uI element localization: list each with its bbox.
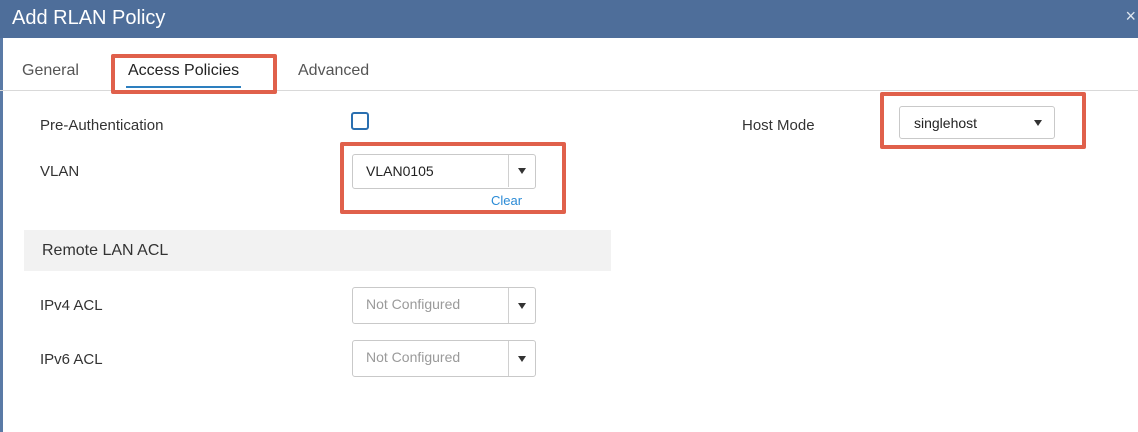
chevron-down-icon (518, 303, 526, 309)
chevron-down-icon (1034, 120, 1042, 126)
host-mode-select[interactable]: singlehost (899, 106, 1055, 139)
ipv6-acl-select[interactable]: Not Configured (352, 340, 536, 377)
host-mode-label: Host Mode (742, 117, 815, 134)
ipv4-acl-value: Not Configured (366, 296, 461, 312)
ipv4-acl-dropdown[interactable] (508, 288, 535, 323)
vlan-label: VLAN (40, 163, 80, 180)
vlan-clear-link[interactable]: Clear (491, 193, 522, 208)
ipv6-acl-value: Not Configured (366, 349, 461, 365)
dialog-title-bar: Add RLAN Policy × (0, 0, 1138, 38)
tab-general[interactable]: General (22, 62, 79, 80)
ipv4-acl-select[interactable]: Not Configured (352, 287, 536, 324)
pre-authentication-checkbox[interactable] (351, 112, 369, 130)
chevron-down-icon (518, 168, 526, 174)
vlan-value: VLAN0105 (366, 163, 434, 179)
host-mode-value: singlehost (914, 115, 978, 131)
remote-lan-acl-section-header: Remote LAN ACL (24, 230, 611, 271)
vlan-dropdown[interactable] (508, 155, 535, 187)
pre-authentication-label: Pre-Authentication (40, 117, 164, 134)
ipv6-acl-dropdown[interactable] (508, 341, 535, 376)
chevron-down-icon (518, 356, 526, 362)
vlan-select[interactable]: VLAN0105 (352, 154, 536, 189)
close-icon[interactable]: × (1125, 6, 1136, 27)
host-mode-dropdown[interactable] (1028, 107, 1054, 139)
dialog-title: Add RLAN Policy (12, 7, 166, 29)
ipv4-acl-label: IPv4 ACL (40, 297, 103, 314)
ipv6-acl-label: IPv6 ACL (40, 351, 103, 368)
section-title: Remote LAN ACL (42, 242, 169, 259)
tab-advanced[interactable]: Advanced (298, 62, 369, 80)
dialog-left-border (0, 38, 3, 432)
highlight-access-policies-tab (111, 54, 277, 94)
